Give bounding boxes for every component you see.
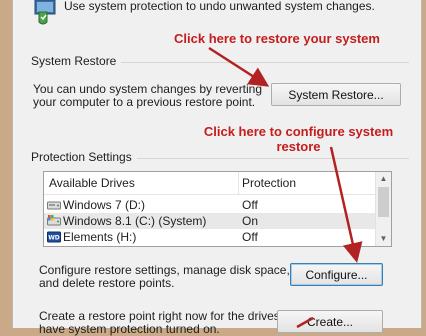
system-protection-tab: Use system protection to undo unwanted s… [12, 0, 422, 336]
arrow-to-system-restore [208, 46, 270, 87]
arrow-to-create [296, 316, 314, 328]
annotation-arrows [208, 46, 363, 328]
arrow-to-configure [329, 146, 363, 263]
